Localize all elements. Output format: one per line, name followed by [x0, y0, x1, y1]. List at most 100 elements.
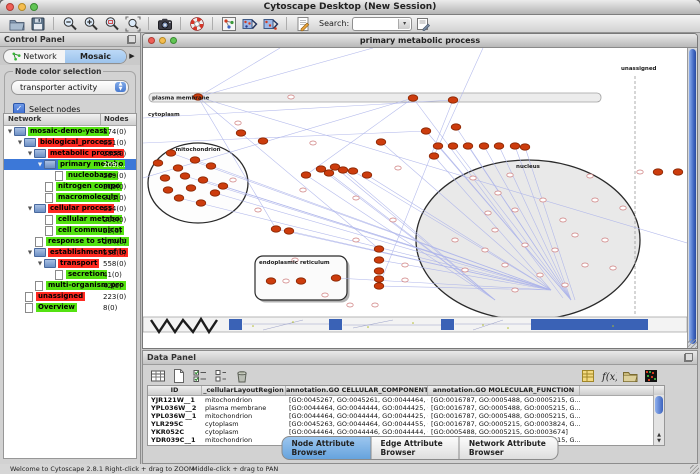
- network-node[interactable]: [502, 263, 508, 267]
- network-node-selected[interactable]: [520, 144, 530, 150]
- network-node[interactable]: [402, 263, 408, 267]
- network-node-selected[interactable]: [348, 168, 358, 174]
- zoom-selected-icon[interactable]: [103, 15, 120, 32]
- search-input[interactable]: ▾: [352, 17, 412, 31]
- tree-row[interactable]: multi-organism pro42(0): [4, 280, 136, 291]
- network-node-selected[interactable]: [448, 97, 458, 103]
- tree-row[interactable]: ▼primary metabo209(...: [4, 159, 136, 170]
- network-node-selected[interactable]: [673, 169, 683, 175]
- create-attribute-icon[interactable]: [170, 367, 187, 384]
- network-node-selected[interactable]: [494, 143, 504, 149]
- float-panel-icon[interactable]: [684, 353, 693, 362]
- tree-expand-icon[interactable]: ▼: [36, 162, 44, 168]
- snapshot-camera-icon[interactable]: [156, 15, 173, 32]
- network-node[interactable]: [587, 174, 593, 178]
- tree-expand-icon[interactable]: ▼: [26, 151, 34, 157]
- search-dropdown-icon[interactable]: ▾: [398, 19, 410, 29]
- network-node[interactable]: [300, 188, 306, 192]
- column-header[interactable]: ID: [148, 386, 202, 395]
- network-node[interactable]: [372, 303, 378, 307]
- network-node[interactable]: [462, 268, 468, 272]
- scrollbar-thumb[interactable]: [655, 396, 663, 414]
- tree-row[interactable]: cell communicat22(0): [4, 225, 136, 236]
- zoom-out-icon[interactable]: [61, 15, 78, 32]
- help-lifesaver-icon[interactable]: [188, 15, 205, 32]
- network-node[interactable]: [347, 303, 353, 307]
- network-node[interactable]: [353, 196, 359, 200]
- import-table-icon[interactable]: [579, 367, 596, 384]
- save-session-icon[interactable]: [29, 15, 46, 32]
- network-node-selected[interactable]: [433, 143, 443, 149]
- float-panel-icon[interactable]: [127, 35, 136, 44]
- table-row[interactable]: YPL036W__1mitochondrion[GO:0044464, GO:0…: [148, 412, 664, 420]
- network-node-selected[interactable]: [218, 183, 228, 189]
- network-canvas[interactable]: plasma membranecytoplasmmitochondrionnuc…: [143, 48, 687, 348]
- network-node[interactable]: [470, 176, 476, 180]
- canvas-vertical-scrollbar[interactable]: [687, 48, 697, 348]
- network-node-selected[interactable]: [429, 153, 439, 159]
- tree-row[interactable]: macromolecule311(0): [4, 192, 136, 203]
- network-node-selected[interactable]: [284, 228, 294, 234]
- network-node[interactable]: [390, 218, 396, 222]
- network-node[interactable]: [482, 248, 488, 252]
- column-header[interactable]: _cellularLayoutRegion: [202, 386, 286, 395]
- network-node-selected[interactable]: [190, 157, 200, 163]
- table-row[interactable]: YJR121W__1mitochondrion[GO:0045267, GO:0…: [148, 396, 664, 404]
- network-node[interactable]: [522, 243, 528, 247]
- network-node[interactable]: [495, 191, 501, 195]
- scrollbar-thumb[interactable]: [689, 49, 696, 344]
- network-node-selected[interactable]: [160, 175, 170, 181]
- network-node[interactable]: [235, 121, 241, 125]
- view-zoom-icon[interactable]: [170, 37, 177, 44]
- network-node-selected[interactable]: [210, 190, 220, 196]
- tree-row[interactable]: unassigned223(0): [4, 291, 136, 302]
- network-node-selected[interactable]: [206, 163, 216, 169]
- tree-row[interactable]: ▼establishment of lo558(0): [4, 247, 136, 258]
- network-node[interactable]: [512, 288, 518, 292]
- minimize-window-icon[interactable]: [18, 3, 26, 11]
- heatmap-icon[interactable]: [642, 367, 659, 384]
- network-node-selected[interactable]: [374, 268, 384, 274]
- network-node-selected[interactable]: [153, 160, 163, 166]
- network-node-selected[interactable]: [374, 283, 384, 289]
- window-resize-grip-icon[interactable]: [690, 465, 699, 474]
- network-node-selected[interactable]: [198, 177, 208, 183]
- annotation-icon[interactable]: [294, 15, 311, 32]
- network-node[interactable]: [637, 170, 643, 174]
- network-node-selected[interactable]: [258, 138, 268, 144]
- network-node[interactable]: [395, 166, 401, 170]
- open-session-icon[interactable]: [8, 15, 25, 32]
- network-overview-icon[interactable]: [220, 15, 237, 32]
- network-graph[interactable]: plasma membranecytoplasmmitochondrionnuc…: [143, 48, 687, 348]
- network-node-selected[interactable]: [374, 276, 384, 282]
- network-node[interactable]: [402, 278, 408, 282]
- network-node-selected[interactable]: [174, 195, 184, 201]
- network-view-titlebar[interactable]: primary metabolic process: [143, 34, 697, 48]
- attribute-selector-icon[interactable]: [149, 367, 166, 384]
- network-node-selected[interactable]: [266, 278, 276, 284]
- tab-network-attribute-browser[interactable]: Network Attribute Browser: [460, 436, 559, 460]
- tree-row[interactable]: ▼mosaic-demo-yeast874(0): [4, 126, 136, 137]
- network-node[interactable]: [283, 279, 289, 283]
- close-window-icon[interactable]: [6, 3, 14, 11]
- network-node[interactable]: [610, 266, 616, 270]
- unselect-attributes-icon[interactable]: [212, 367, 229, 384]
- network-node-selected[interactable]: [374, 257, 384, 263]
- network-node[interactable]: [620, 206, 626, 210]
- network-node[interactable]: [492, 228, 498, 232]
- column-header[interactable]: annotation.GO MOLECULAR_FUNCTION: [428, 386, 580, 395]
- tree-expand-icon[interactable]: ▼: [36, 261, 44, 267]
- network-node-selected[interactable]: [236, 130, 246, 136]
- network-node-selected[interactable]: [186, 185, 196, 191]
- network-node[interactable]: [537, 273, 543, 277]
- search-config-icon[interactable]: [414, 15, 431, 32]
- network-node[interactable]: [322, 293, 328, 297]
- network-node[interactable]: [562, 283, 568, 287]
- network-node-selected[interactable]: [271, 226, 281, 232]
- zoom-in-icon[interactable]: [82, 15, 99, 32]
- zoom-window-icon[interactable]: [30, 3, 38, 11]
- tree-row[interactable]: nitrogen compo209(0): [4, 181, 136, 192]
- apply-style-icon[interactable]: [241, 15, 258, 32]
- network-node[interactable]: [552, 248, 558, 252]
- view-close-icon[interactable]: [148, 37, 155, 44]
